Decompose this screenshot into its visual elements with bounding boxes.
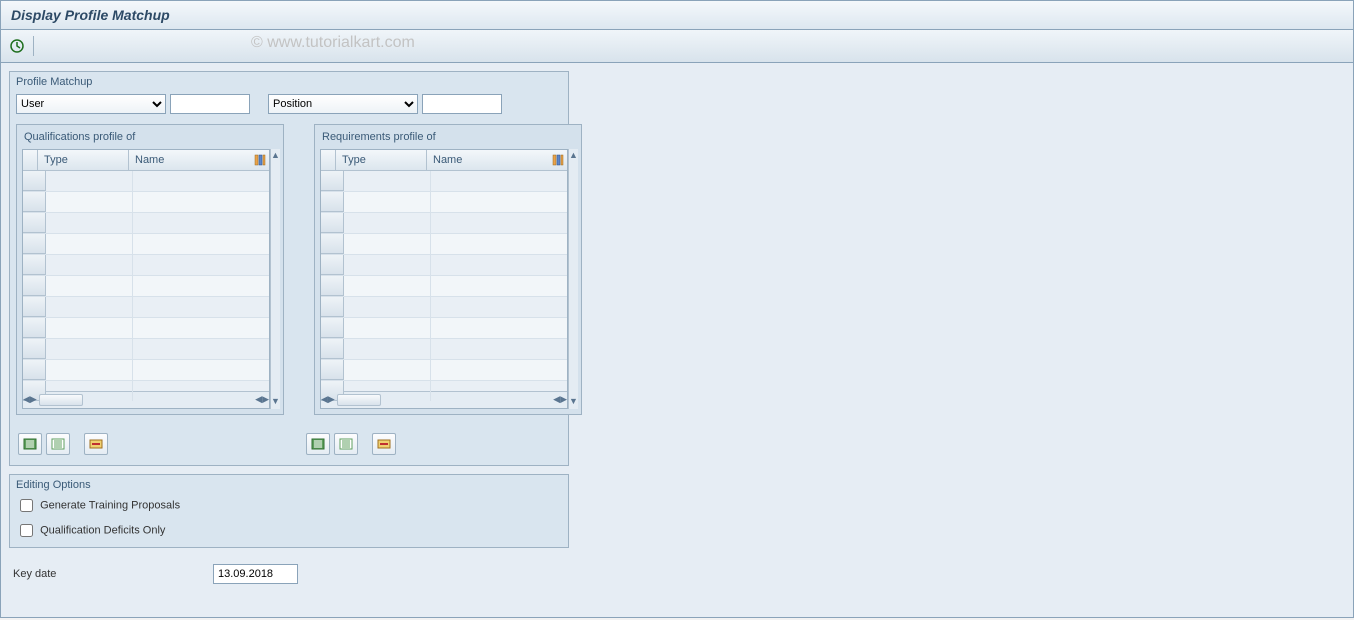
requirements-grid: Type Name [320, 149, 568, 409]
scroll-right-end-icon[interactable]: ▶ [560, 393, 567, 407]
v-scrollbar[interactable]: ▲ ▼ [568, 149, 578, 409]
table-row[interactable] [321, 255, 567, 276]
grid-body [23, 171, 269, 391]
watermark-text: © www.tutorialkart.com [251, 34, 415, 52]
hscroll-thumb[interactable] [39, 394, 83, 406]
deselect-all-button[interactable] [46, 433, 70, 455]
qualification-deficits-checkbox-row[interactable]: Qualification Deficits Only [10, 518, 568, 543]
table-row[interactable] [23, 360, 269, 381]
table-row[interactable] [321, 297, 567, 318]
select-all-icon [23, 438, 37, 450]
scroll-left-icon[interactable]: ◀ [23, 393, 30, 407]
grid-body [321, 171, 567, 391]
table-row[interactable] [23, 234, 269, 255]
table-settings-icon [552, 154, 564, 166]
requirements-frame: Requirements profile of Type Name [314, 124, 582, 415]
scroll-left-end-icon[interactable]: ◀ [553, 393, 560, 407]
qualifications-title: Qualifications profile of [22, 129, 278, 149]
toolbar: © www.tutorialkart.com [1, 30, 1353, 63]
tables-row: Qualifications profile of Type Name [10, 124, 568, 425]
row-selector-header[interactable] [321, 150, 336, 170]
requirements-title: Requirements profile of [320, 129, 576, 149]
select-all-button[interactable] [18, 433, 42, 455]
delete-row-icon [377, 438, 391, 450]
page-title: Display Profile Matchup [1, 1, 1353, 30]
col-type[interactable]: Type [38, 150, 129, 170]
deselect-all-icon [339, 438, 353, 450]
scroll-up-icon[interactable]: ▲ [271, 149, 280, 163]
position-input[interactable] [422, 94, 502, 114]
scroll-right-end-icon[interactable]: ▶ [262, 393, 269, 407]
table-row[interactable] [23, 276, 269, 297]
column-config-button[interactable] [251, 150, 269, 170]
column-config-button[interactable] [549, 150, 567, 170]
scroll-left-end-icon[interactable]: ◀ [255, 393, 262, 407]
col-name[interactable]: Name [427, 150, 549, 170]
qualifications-frame: Qualifications profile of Type Name [16, 124, 284, 415]
key-date-row: Key date [9, 556, 575, 592]
table-row[interactable] [23, 171, 269, 192]
qualification-deficits-checkbox[interactable] [20, 524, 33, 537]
generate-training-label: Generate Training Proposals [40, 499, 180, 511]
table-row[interactable] [23, 297, 269, 318]
qualification-deficits-label: Qualification Deficits Only [40, 524, 165, 536]
clock-execute-icon [10, 39, 24, 53]
table-row[interactable] [321, 171, 567, 192]
toolbar-separator [33, 36, 34, 56]
select-all-icon [311, 438, 325, 450]
scroll-down-icon[interactable]: ▼ [569, 395, 578, 409]
table-row[interactable] [321, 234, 567, 255]
table-row[interactable] [23, 339, 269, 360]
user-input[interactable] [170, 94, 250, 114]
position-select[interactable]: Position [268, 94, 418, 114]
table-row[interactable] [321, 318, 567, 339]
scroll-up-icon[interactable]: ▲ [569, 149, 578, 163]
table-row[interactable] [321, 360, 567, 381]
table-row[interactable] [23, 318, 269, 339]
scroll-right-icon[interactable]: ▶ [30, 393, 37, 407]
generate-training-checkbox[interactable] [20, 499, 33, 512]
key-date-input[interactable] [213, 564, 298, 584]
table-row[interactable] [321, 339, 567, 360]
profile-matchup-panel: Profile Matchup User Position [9, 71, 569, 466]
hscroll-thumb[interactable] [337, 394, 381, 406]
body-area: Profile Matchup User Position [1, 63, 1353, 600]
col-type[interactable]: Type [336, 150, 427, 170]
row-selector-header[interactable] [23, 150, 38, 170]
table-row[interactable] [321, 192, 567, 213]
delete-row-icon [89, 438, 103, 450]
scroll-down-icon[interactable]: ▼ [271, 395, 280, 409]
table-settings-icon [254, 154, 266, 166]
delete-row-button[interactable] [372, 433, 396, 455]
editing-options-panel: Editing Options Generate Training Propos… [9, 474, 569, 548]
filter-row: User Position [10, 90, 568, 124]
editing-options-title: Editing Options [10, 475, 568, 493]
v-scrollbar[interactable]: ▲ ▼ [270, 149, 280, 409]
table-row[interactable] [321, 276, 567, 297]
user-select[interactable]: User [16, 94, 166, 114]
app-window: Display Profile Matchup © www.tutorialka… [0, 0, 1354, 618]
col-name[interactable]: Name [129, 150, 251, 170]
deselect-all-button[interactable] [334, 433, 358, 455]
table-row[interactable] [321, 213, 567, 234]
scroll-left-icon[interactable]: ◀ [321, 393, 328, 407]
delete-row-button[interactable] [84, 433, 108, 455]
execute-button[interactable] [7, 36, 27, 56]
table-row[interactable] [23, 213, 269, 234]
deselect-all-icon [51, 438, 65, 450]
select-all-button[interactable] [306, 433, 330, 455]
table-row[interactable] [23, 255, 269, 276]
profile-matchup-title: Profile Matchup [10, 72, 568, 90]
key-date-label: Key date [13, 568, 183, 580]
qualifications-grid: Type Name [22, 149, 270, 409]
table-row[interactable] [23, 192, 269, 213]
generate-training-checkbox-row[interactable]: Generate Training Proposals [10, 493, 568, 518]
scroll-right-icon[interactable]: ▶ [328, 393, 335, 407]
